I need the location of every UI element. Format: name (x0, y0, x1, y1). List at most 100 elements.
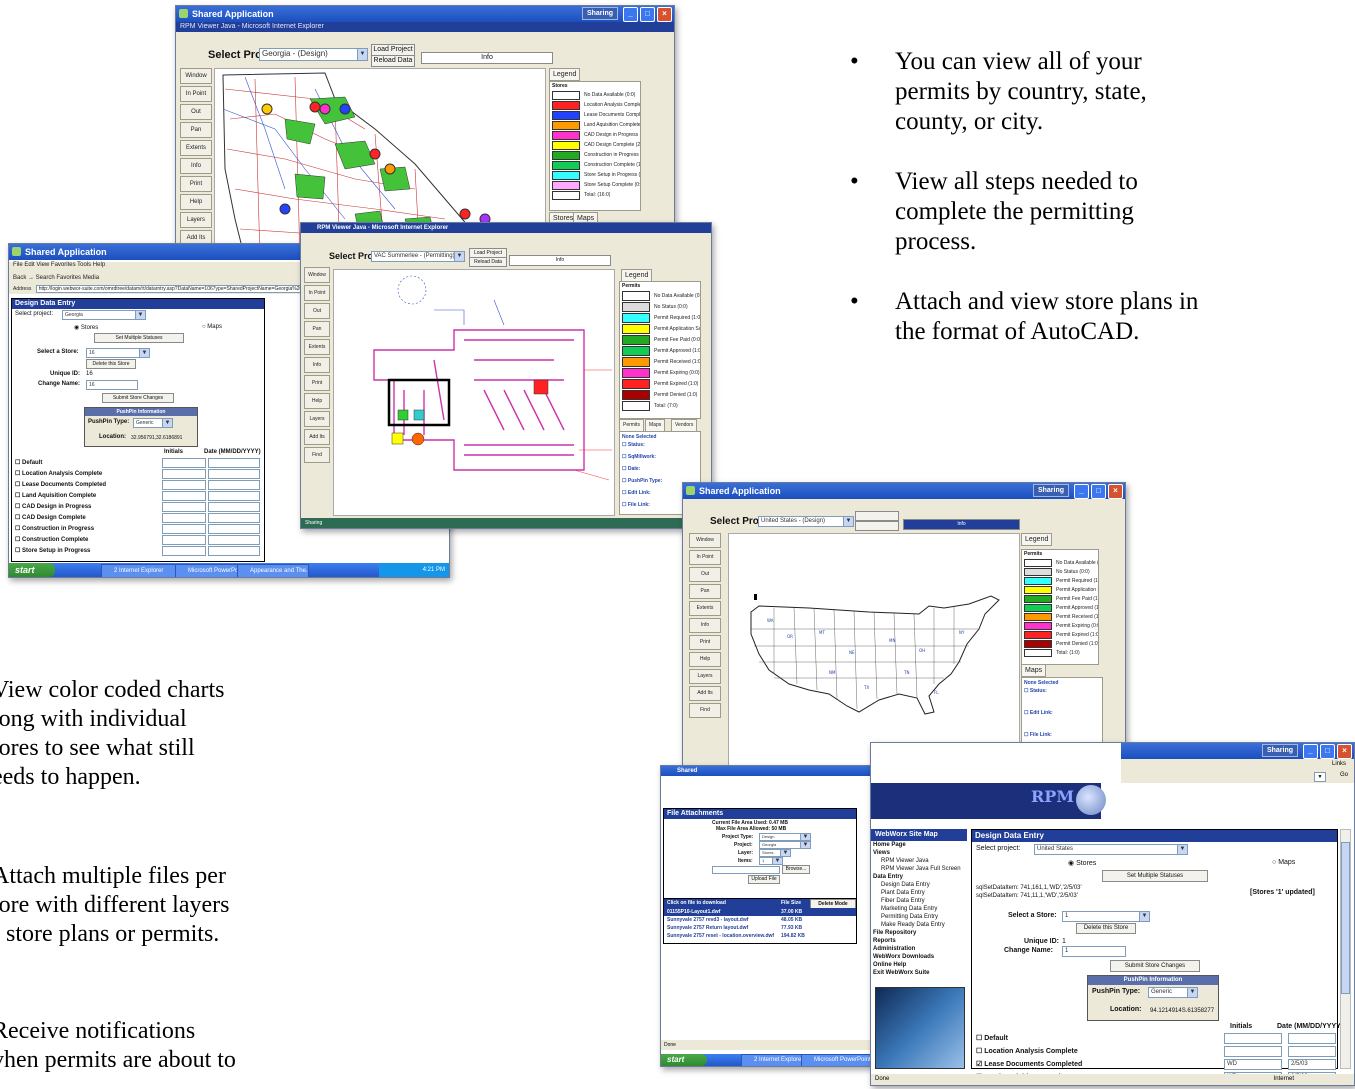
status-checkbox-row[interactable]: ☐ Location Analysis Complete (15, 470, 102, 477)
reload-data-button[interactable]: Reload Data (469, 257, 507, 267)
status-checkbox-row[interactable]: ☑ Lease Documents Completed (976, 1060, 1082, 1068)
file-row[interactable]: Sunnyvale 2757 reset - location.overview… (664, 932, 856, 940)
checkbox-icon[interactable]: ☐ (15, 515, 22, 521)
maximize-icon[interactable]: □ (1091, 484, 1106, 499)
start-button[interactable]: start (661, 1054, 707, 1066)
initials-input[interactable]: WD (1224, 1059, 1282, 1070)
toolbar-button-find[interactable]: Find (304, 447, 330, 463)
pushpin-type-select[interactable]: Generic ▼ (133, 418, 173, 428)
sitemap-link[interactable]: Make Ready Data Entry (873, 921, 967, 929)
checkbox-icon[interactable]: ☐ (15, 504, 22, 510)
status-checkbox-row[interactable]: ☐ Lease Documents Completed (15, 481, 106, 488)
toolbar-button-pan[interactable]: Pan (180, 122, 212, 138)
sitemap-link[interactable]: Plant Data Entry (873, 889, 967, 897)
submit-store-changes-button[interactable]: Submit Store Changes (1110, 960, 1200, 972)
address-dropdown[interactable]: ▼ (1314, 772, 1326, 782)
select-store-dropdown[interactable]: 16 ▼ (86, 348, 150, 358)
file-row[interactable]: Sunnyvale 2757 Return layout.dwf 77.93 KB (664, 924, 856, 932)
toolbar-button-help[interactable]: Help (304, 393, 330, 409)
initials-input[interactable] (162, 535, 206, 545)
date-input[interactable] (208, 480, 260, 490)
toolbar-button-info[interactable]: Info (689, 618, 721, 633)
radio-stores[interactable]: ◉ Stores (1068, 859, 1096, 867)
toolbar-button-help[interactable]: Help (689, 652, 721, 667)
toolbar-button-pan[interactable]: Pan (304, 321, 330, 337)
items-select[interactable]: 1 ▼ (759, 857, 783, 865)
toolbar-button-window[interactable]: Window (689, 533, 721, 548)
file-name-link[interactable]: Sunnyvale 2757 Return layout.dwf (664, 925, 748, 931)
file-path-input[interactable] (712, 866, 780, 874)
status-checkbox-row[interactable]: ☐ Default (15, 459, 42, 466)
status-checkbox-row[interactable]: ☐ Default (976, 1034, 1008, 1042)
sharing-button[interactable]: Sharing (581, 7, 618, 20)
file-name-link[interactable]: Sunnyvale 2757 revd3 - layout.dwf (664, 917, 748, 923)
status-checkbox-row[interactable]: ☐ Construction Complete (15, 536, 88, 543)
date-input[interactable] (1288, 1046, 1336, 1057)
status-checkbox-row[interactable]: ☐ Land Aquisition Complete (15, 492, 96, 499)
toolbar-button-window[interactable]: Window (304, 267, 330, 283)
status-checkbox-row[interactable]: ☐ Location Analysis Complete (976, 1047, 1078, 1055)
start-button[interactable]: start (9, 563, 55, 577)
select-store-dropdown[interactable]: 1 ▼ (1062, 911, 1150, 922)
tab-legend[interactable]: Legend (1021, 533, 1053, 546)
toolbar-button-extents[interactable]: Extents (304, 339, 330, 355)
file-name-link[interactable]: Sunnyvale 2757 reset - location.overview… (664, 933, 774, 939)
radio-stores[interactable]: ◉ Stores (74, 324, 98, 331)
toolbar-button-out[interactable]: Out (180, 104, 212, 120)
links-label[interactable]: Links (1332, 761, 1346, 767)
toolbar-button-window[interactable]: Window (180, 68, 212, 84)
sitemap-link[interactable]: Administration (873, 945, 967, 953)
toolbar-button-in-point[interactable]: In Point (304, 285, 330, 301)
checkbox-icon[interactable]: ☐ (15, 493, 22, 499)
initials-input[interactable] (162, 480, 206, 490)
minimize-icon[interactable]: _ (1074, 484, 1089, 499)
delete-store-button[interactable]: Delete this Store (1076, 923, 1136, 934)
date-input[interactable] (1288, 1033, 1336, 1044)
toolbar-button-layers[interactable]: Layers (304, 411, 330, 427)
browse-button[interactable]: Browse... (782, 865, 810, 874)
initials-input[interactable] (162, 469, 206, 479)
upload-file-button[interactable]: Upload File (748, 875, 780, 884)
sitemap-link[interactable]: Home Page (873, 841, 967, 849)
initials-input[interactable] (162, 546, 206, 556)
go-button[interactable]: Go (1340, 772, 1348, 778)
toolbar-button-add-its[interactable]: Add Its (689, 686, 721, 701)
change-name-input[interactable]: 16 (86, 380, 138, 390)
sharing-button[interactable]: Sharing (1261, 744, 1298, 757)
change-name-input[interactable]: 1 (1062, 946, 1126, 957)
toolbar-button-find[interactable]: Find (689, 703, 721, 718)
toolbar-button-add-its[interactable]: Add Its (304, 429, 330, 445)
checkbox-icon[interactable]: ☐ (15, 537, 22, 543)
date-input[interactable] (208, 502, 260, 512)
submit-store-changes-button[interactable]: Submit Store Changes (102, 393, 174, 403)
date-input[interactable] (208, 491, 260, 501)
file-row[interactable]: Sunnyvale 2757 revd3 - layout.dwf 48.05 K… (664, 916, 856, 924)
checkbox-icon[interactable]: ☐ (15, 460, 22, 466)
minimize-icon[interactable]: _ (623, 7, 638, 22)
toolbar-button-info[interactable]: Info (304, 357, 330, 373)
toolbar-button-in-point[interactable]: In Point (180, 86, 212, 102)
initials-input[interactable] (162, 513, 206, 523)
date-input[interactable]: 2/5/03 (1288, 1059, 1336, 1070)
initials-input[interactable] (162, 524, 206, 534)
sitemap-link[interactable]: File Repository (873, 929, 967, 937)
toolbar-button-print[interactable]: Print (689, 635, 721, 650)
sitemap-link[interactable]: Fiber Data Entry (873, 897, 967, 905)
checkbox-icon[interactable]: ☑ (976, 1061, 984, 1068)
sitemap-link[interactable]: Reports (873, 937, 967, 945)
project-select[interactable]: United States - (Design) ▼ (758, 516, 854, 527)
set-multiple-statuses-button[interactable]: Set Multiple Statuses (94, 333, 184, 343)
tab-maps[interactable]: Maps (1021, 664, 1047, 677)
date-input[interactable] (208, 535, 260, 545)
tab-legend[interactable]: Legend (549, 68, 581, 81)
close-icon[interactable]: × (657, 7, 672, 22)
radio-maps[interactable]: ○ Maps (1272, 859, 1295, 866)
reload-data-button[interactable] (855, 521, 899, 531)
initials-input[interactable] (1224, 1033, 1282, 1044)
minimize-icon[interactable]: _ (1303, 744, 1318, 759)
date-input[interactable]: 2/5/03 (1288, 1085, 1336, 1086)
status-checkbox-row[interactable]: ☐ CAD Design in Progress (15, 503, 91, 510)
initials-input[interactable] (162, 458, 206, 468)
project-select[interactable]: Georgia ▼ (759, 841, 811, 849)
delete-store-button[interactable]: Delete this Store (86, 359, 136, 369)
